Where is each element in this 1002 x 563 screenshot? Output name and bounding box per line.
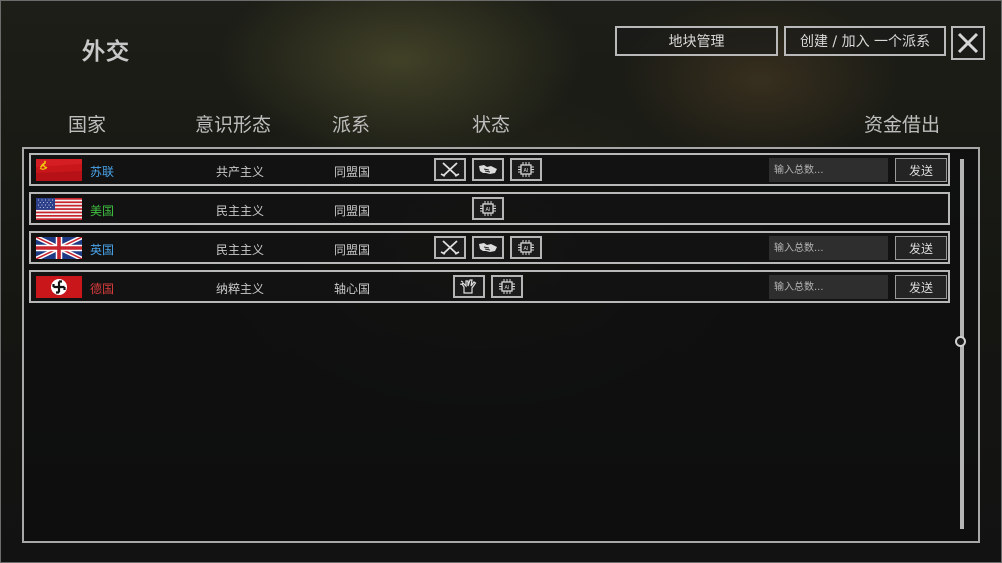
diplomacy-screen: 外交 地块管理 创建 / 加入 一个派系 国家 意识形态 派系 状态 资金借出 … <box>0 0 1002 563</box>
crossed-swords-icon <box>440 240 460 255</box>
ideology-value: 民主主义 <box>216 243 265 257</box>
ideology-value: 民主主义 <box>216 204 265 218</box>
svg-text:AI: AI <box>524 246 529 252</box>
handshake-icon <box>479 165 497 174</box>
germany-flag-icon <box>36 276 82 298</box>
crossed-swords-icon <box>440 162 460 177</box>
country-name: 英国 <box>90 243 115 257</box>
country-row-ussr[interactable]: 苏联 共产主义 同盟国 AI 输入总数... 发送 <box>29 153 950 186</box>
ideology-value: 纳粹主义 <box>216 282 265 296</box>
alliance-handshake-button[interactable] <box>472 236 504 259</box>
alliance-handshake-button[interactable] <box>472 158 504 181</box>
ai-chip-icon: AI <box>480 201 496 216</box>
column-header-status: 状态 <box>472 114 511 136</box>
send-loan-button[interactable]: 发送 <box>895 158 947 182</box>
loan-amount-input[interactable] <box>769 236 888 260</box>
close-button[interactable] <box>951 26 985 60</box>
column-header-ideology: 意识形态 <box>195 114 272 136</box>
country-row-usa[interactable]: 美国 民主主义 同盟国 AI <box>29 192 950 225</box>
page-title: 外交 <box>82 39 130 65</box>
column-header-country: 国家 <box>68 114 107 136</box>
ai-control-button[interactable]: AI <box>491 275 523 298</box>
faction-value: 轴心国 <box>334 282 371 296</box>
country-name: 德国 <box>90 282 115 296</box>
loan-amount-input[interactable] <box>769 158 888 182</box>
loan-amount-input[interactable] <box>769 275 888 299</box>
close-icon <box>957 32 979 54</box>
country-list-panel: 苏联 共产主义 同盟国 AI 输入总数... 发送 美国 民主主义 同盟国 AI… <box>22 147 980 543</box>
faction-value: 同盟国 <box>334 165 371 179</box>
column-header-loan: 资金借出 <box>864 114 941 136</box>
send-loan-button[interactable]: 发送 <box>895 275 947 299</box>
svg-text:AI: AI <box>524 168 529 174</box>
faction-value: 同盟国 <box>334 204 371 218</box>
peace-hand-icon <box>459 279 477 294</box>
scrollbar-handle[interactable] <box>955 336 966 347</box>
uk-flag-icon <box>36 237 82 259</box>
column-header-faction: 派系 <box>332 114 371 136</box>
ai-chip-icon: AI <box>518 240 534 255</box>
country-name: 苏联 <box>90 165 115 179</box>
ideology-value: 共产主义 <box>216 165 265 179</box>
tile-management-button[interactable]: 地块管理 <box>615 26 778 56</box>
country-name: 美国 <box>90 204 115 218</box>
ai-control-button[interactable]: AI <box>472 197 504 220</box>
ai-chip-icon: AI <box>518 162 534 177</box>
usa-flag-icon <box>36 198 82 220</box>
offer-peace-button[interactable] <box>453 275 485 298</box>
declare-war-button[interactable] <box>434 236 466 259</box>
ai-control-button[interactable]: AI <box>510 236 542 259</box>
ai-chip-icon: AI <box>499 279 515 294</box>
declare-war-button[interactable] <box>434 158 466 181</box>
handshake-icon <box>479 243 497 252</box>
faction-value: 同盟国 <box>334 243 371 257</box>
country-row-uk[interactable]: 英国 民主主义 同盟国 AI 输入总数... 发送 <box>29 231 950 264</box>
soviet-flag-icon <box>36 159 82 181</box>
send-loan-button[interactable]: 发送 <box>895 236 947 260</box>
ai-control-button[interactable]: AI <box>510 158 542 181</box>
country-row-germany[interactable]: 德国 纳粹主义 轴心国 AI 发送 <box>29 270 950 303</box>
svg-text:AI: AI <box>505 285 510 291</box>
svg-text:AI: AI <box>486 207 491 213</box>
create-join-faction-button[interactable]: 创建 / 加入 一个派系 <box>784 26 946 56</box>
